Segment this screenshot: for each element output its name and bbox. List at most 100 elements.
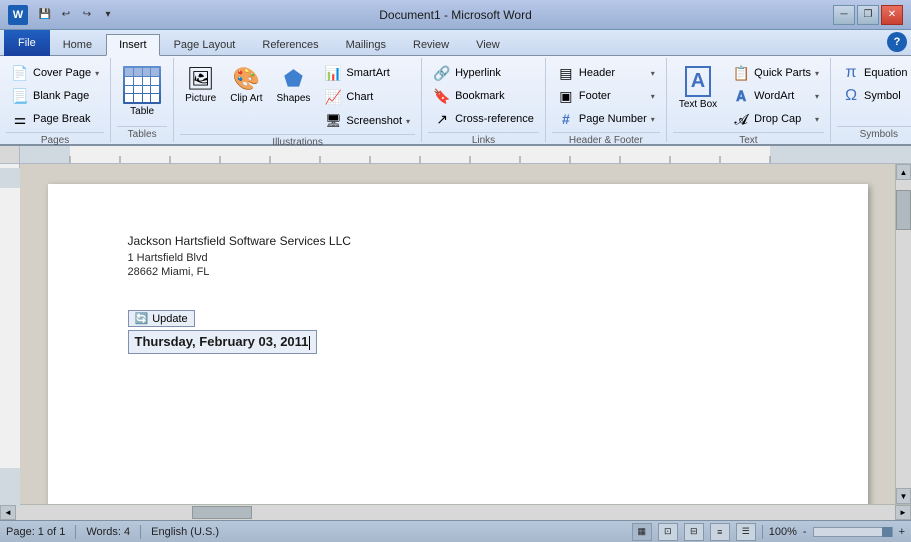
scroll-track[interactable] <box>896 180 911 488</box>
drop-cap-button[interactable]: 𝓐 Drop Cap ▾ <box>727 108 824 130</box>
text-box-button[interactable]: A Text Box <box>673 62 723 114</box>
bookmark-button[interactable]: 🔖 Bookmark <box>428 85 539 107</box>
window-title: Document1 - Microsoft Word <box>0 8 911 22</box>
view-print-layout[interactable]: ▦ <box>632 523 652 541</box>
quick-parts-label: Quick Parts <box>754 67 811 79</box>
help-button[interactable]: ? <box>887 32 907 52</box>
title-bar: W 💾 ↩ ↪ ▾ Document1 - Microsoft Word ─ ❐… <box>0 0 911 30</box>
qa-undo[interactable]: ↩ <box>57 6 75 24</box>
page-break-button[interactable]: ⚌ Page Break <box>6 108 104 130</box>
scroll-thumb[interactable] <box>896 190 911 230</box>
footer-button[interactable]: ▣ Footer ▾ <box>552 85 660 107</box>
scroll-up-button[interactable]: ▲ <box>896 164 911 180</box>
cross-reference-button[interactable]: ↗ Cross-reference <box>428 108 539 130</box>
hyperlink-button[interactable]: 🔗 Hyperlink <box>428 62 539 84</box>
status-right: ▦ ⊡ ⊟ ≡ ☰ 100% - + <box>632 523 905 541</box>
clipart-button[interactable]: 🎨 Clip Art <box>225 62 267 108</box>
update-button[interactable]: 🔄 Update <box>128 310 195 327</box>
equation-label: Equation <box>864 67 907 79</box>
qa-dropdown[interactable]: ▾ <box>99 6 117 24</box>
tab-file[interactable]: File <box>4 30 50 56</box>
date-field[interactable]: Thursday, February 03, 2011 <box>128 330 318 354</box>
tab-review[interactable]: Review <box>400 33 462 55</box>
bookmark-label: Bookmark <box>455 90 505 102</box>
restore-button[interactable]: ❐ <box>857 5 879 25</box>
screenshot-icon: 🖥 <box>324 113 342 129</box>
shapes-button[interactable]: ⬟ Shapes <box>271 62 315 108</box>
main-area: Jackson Hartsfield Software Services LLC… <box>0 164 911 504</box>
picture-button[interactable]: 🖼 Picture <box>180 62 221 108</box>
hyperlink-label: Hyperlink <box>455 67 501 79</box>
clipart-label: Clip Art <box>230 93 262 104</box>
qa-save[interactable]: 💾 <box>36 6 54 24</box>
text-cursor <box>309 336 310 350</box>
pages-group-content: 📄 Cover Page ▾ 📃 Blank Page ⚌ Page Break <box>6 60 104 132</box>
symbol-button[interactable]: Ω Symbol ▾ <box>837 85 911 107</box>
cover-page-icon: 📄 <box>11 65 29 82</box>
page-break-icon: ⚌ <box>11 111 29 128</box>
tab-page-layout[interactable]: Page Layout <box>161 33 249 55</box>
zoom-slider[interactable] <box>813 527 893 537</box>
close-button[interactable]: ✕ <box>881 5 903 25</box>
chart-button[interactable]: 📈 Chart <box>319 86 415 108</box>
blank-page-icon: 📃 <box>11 88 29 105</box>
tab-references[interactable]: References <box>249 33 331 55</box>
word-art-icon: 𝐀 <box>732 88 750 105</box>
header-footer-group-label: Header & Footer <box>552 132 660 146</box>
zoom-in-button[interactable]: + <box>899 526 905 538</box>
links-group-content: 🔗 Hyperlink 🔖 Bookmark ↗ Cross-reference <box>428 60 539 132</box>
zoom-thumb[interactable] <box>882 527 892 537</box>
vertical-ruler <box>0 164 20 504</box>
status-separator-1 <box>75 525 76 539</box>
footer-icon: ▣ <box>557 88 575 105</box>
ribbon-group-illustrations: 🖼 Picture 🎨 Clip Art ⬟ Shapes 📊 SmartArt… <box>174 58 422 142</box>
tab-insert[interactable]: Insert <box>106 34 160 56</box>
h-scroll-left[interactable]: ◄ <box>0 505 16 520</box>
h-scroll-right[interactable]: ► <box>895 505 911 520</box>
date-field-container: 🔄 Update Thursday, February 03, 2011 <box>128 330 318 354</box>
ruler-corner <box>0 146 20 163</box>
status-separator-3 <box>762 525 763 539</box>
zoom-level: 100% <box>769 526 797 538</box>
cover-page-label: Cover Page <box>33 67 91 79</box>
zoom-out-button[interactable]: - <box>803 526 807 538</box>
document-scroll-area[interactable]: Jackson Hartsfield Software Services LLC… <box>20 164 895 504</box>
screenshot-button[interactable]: 🖥 Screenshot ▾ <box>319 110 415 132</box>
word-count: Words: 4 <box>86 526 130 538</box>
table-icon <box>123 66 161 104</box>
tab-view[interactable]: View <box>463 33 513 55</box>
page-info: Page: 1 of 1 <box>6 526 65 538</box>
word-art-button[interactable]: 𝐀 WordArt ▾ <box>727 85 824 107</box>
view-draft[interactable]: ☰ <box>736 523 756 541</box>
symbols-group-content: π Equation ▾ Ω Symbol ▾ <box>837 60 911 126</box>
links-group-label: Links <box>428 132 539 146</box>
table-button[interactable]: Table <box>117 62 167 121</box>
h-scroll-track[interactable] <box>16 505 895 520</box>
page-number-button[interactable]: # Page Number ▾ <box>552 108 660 130</box>
tab-mailings[interactable]: Mailings <box>333 33 399 55</box>
status-bar: Page: 1 of 1 Words: 4 English (U.S.) ▦ ⊡… <box>0 520 911 542</box>
tables-group-content: Table <box>117 60 167 126</box>
equation-button[interactable]: π Equation ▾ <box>837 62 911 84</box>
bookmark-icon: 🔖 <box>433 88 451 105</box>
smartart-button[interactable]: 📊 SmartArt <box>319 62 415 84</box>
view-outline[interactable]: ≡ <box>710 523 730 541</box>
symbol-label: Symbol <box>864 90 901 102</box>
ruler-area <box>0 146 911 164</box>
h-scroll-thumb[interactable] <box>192 506 252 519</box>
view-full-screen[interactable]: ⊡ <box>658 523 678 541</box>
header-button[interactable]: ▤ Header ▾ <box>552 62 660 84</box>
minimize-button[interactable]: ─ <box>833 5 855 25</box>
quick-parts-button[interactable]: 📋 Quick Parts ▾ <box>727 62 824 84</box>
view-web-layout[interactable]: ⊟ <box>684 523 704 541</box>
language: English (U.S.) <box>151 526 219 538</box>
qa-redo[interactable]: ↪ <box>78 6 96 24</box>
scroll-down-button[interactable]: ▼ <box>896 488 911 504</box>
header-icon: ▤ <box>557 65 575 82</box>
horizontal-ruler <box>20 146 911 163</box>
blank-page-button[interactable]: 📃 Blank Page <box>6 85 104 107</box>
chart-icon: 📈 <box>324 89 342 106</box>
tab-home[interactable]: Home <box>50 33 105 55</box>
cover-page-button[interactable]: 📄 Cover Page ▾ <box>6 62 104 84</box>
symbols-buttons: π Equation ▾ Ω Symbol ▾ <box>837 62 911 107</box>
